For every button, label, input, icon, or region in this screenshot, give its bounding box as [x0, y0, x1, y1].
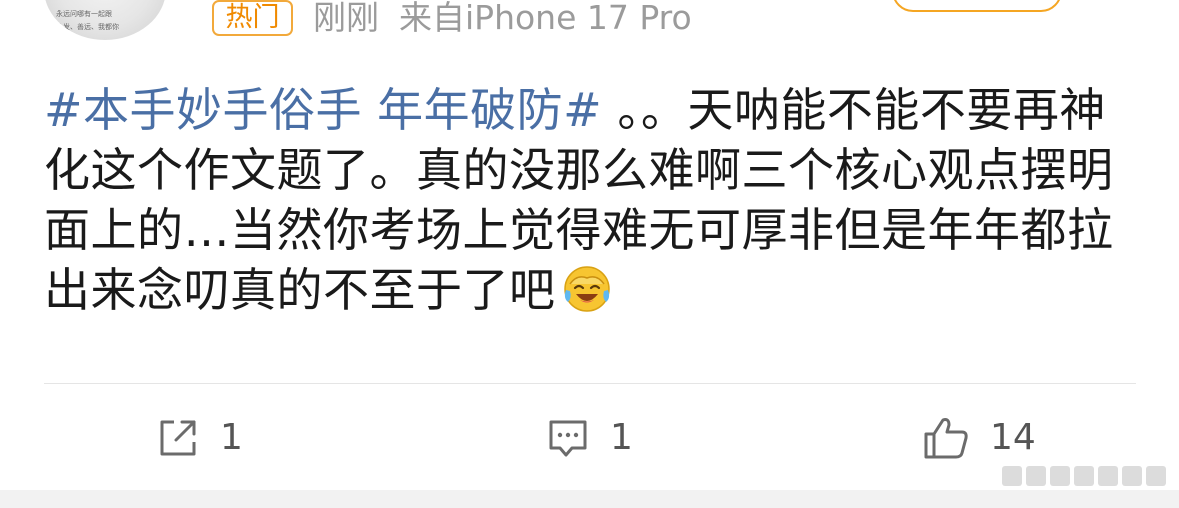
post-source: 来自iPhone 17 Pro	[399, 0, 692, 37]
avatar-text-line: 头发、善远、我都你	[56, 23, 119, 31]
hot-badge: 热门	[212, 0, 293, 36]
like-button[interactable]: 14	[922, 415, 1036, 461]
thumbs-up-icon	[924, 418, 968, 459]
post-meta: 刚刚 来自iPhone 17 Pro	[313, 0, 692, 38]
topic-link[interactable]: #本手妙手俗手 年年破防#	[44, 83, 602, 137]
like-count: 14	[990, 417, 1036, 458]
divider	[44, 383, 1136, 384]
post-time: 刚刚	[313, 0, 379, 37]
avatar[interactable]: 永远问哪有一起跟 头发、善远、我都你	[44, 0, 166, 40]
laughing-crying-emoji-icon	[563, 266, 610, 312]
weibo-post-card: 永远问哪有一起跟 头发、善远、我都你 热门 刚刚 来自iPhone 17 Pro …	[0, 0, 1179, 508]
feed-separator	[0, 490, 1179, 508]
avatar-text-line: 永远问哪有一起跟	[56, 10, 112, 18]
comment-count: 1	[610, 417, 633, 458]
follow-button[interactable]	[892, 0, 1062, 12]
repost-icon	[160, 420, 196, 456]
comment-icon	[549, 420, 587, 457]
repost-button[interactable]: 1	[156, 415, 243, 461]
watermark	[1002, 458, 1170, 494]
repost-count: 1	[220, 417, 243, 458]
comment-button[interactable]: 1	[546, 415, 633, 461]
post-text: #本手妙手俗手 年年破防# 。。天呐能不能不要再神化这个作文题了。真的没那么难啊…	[44, 80, 1134, 320]
